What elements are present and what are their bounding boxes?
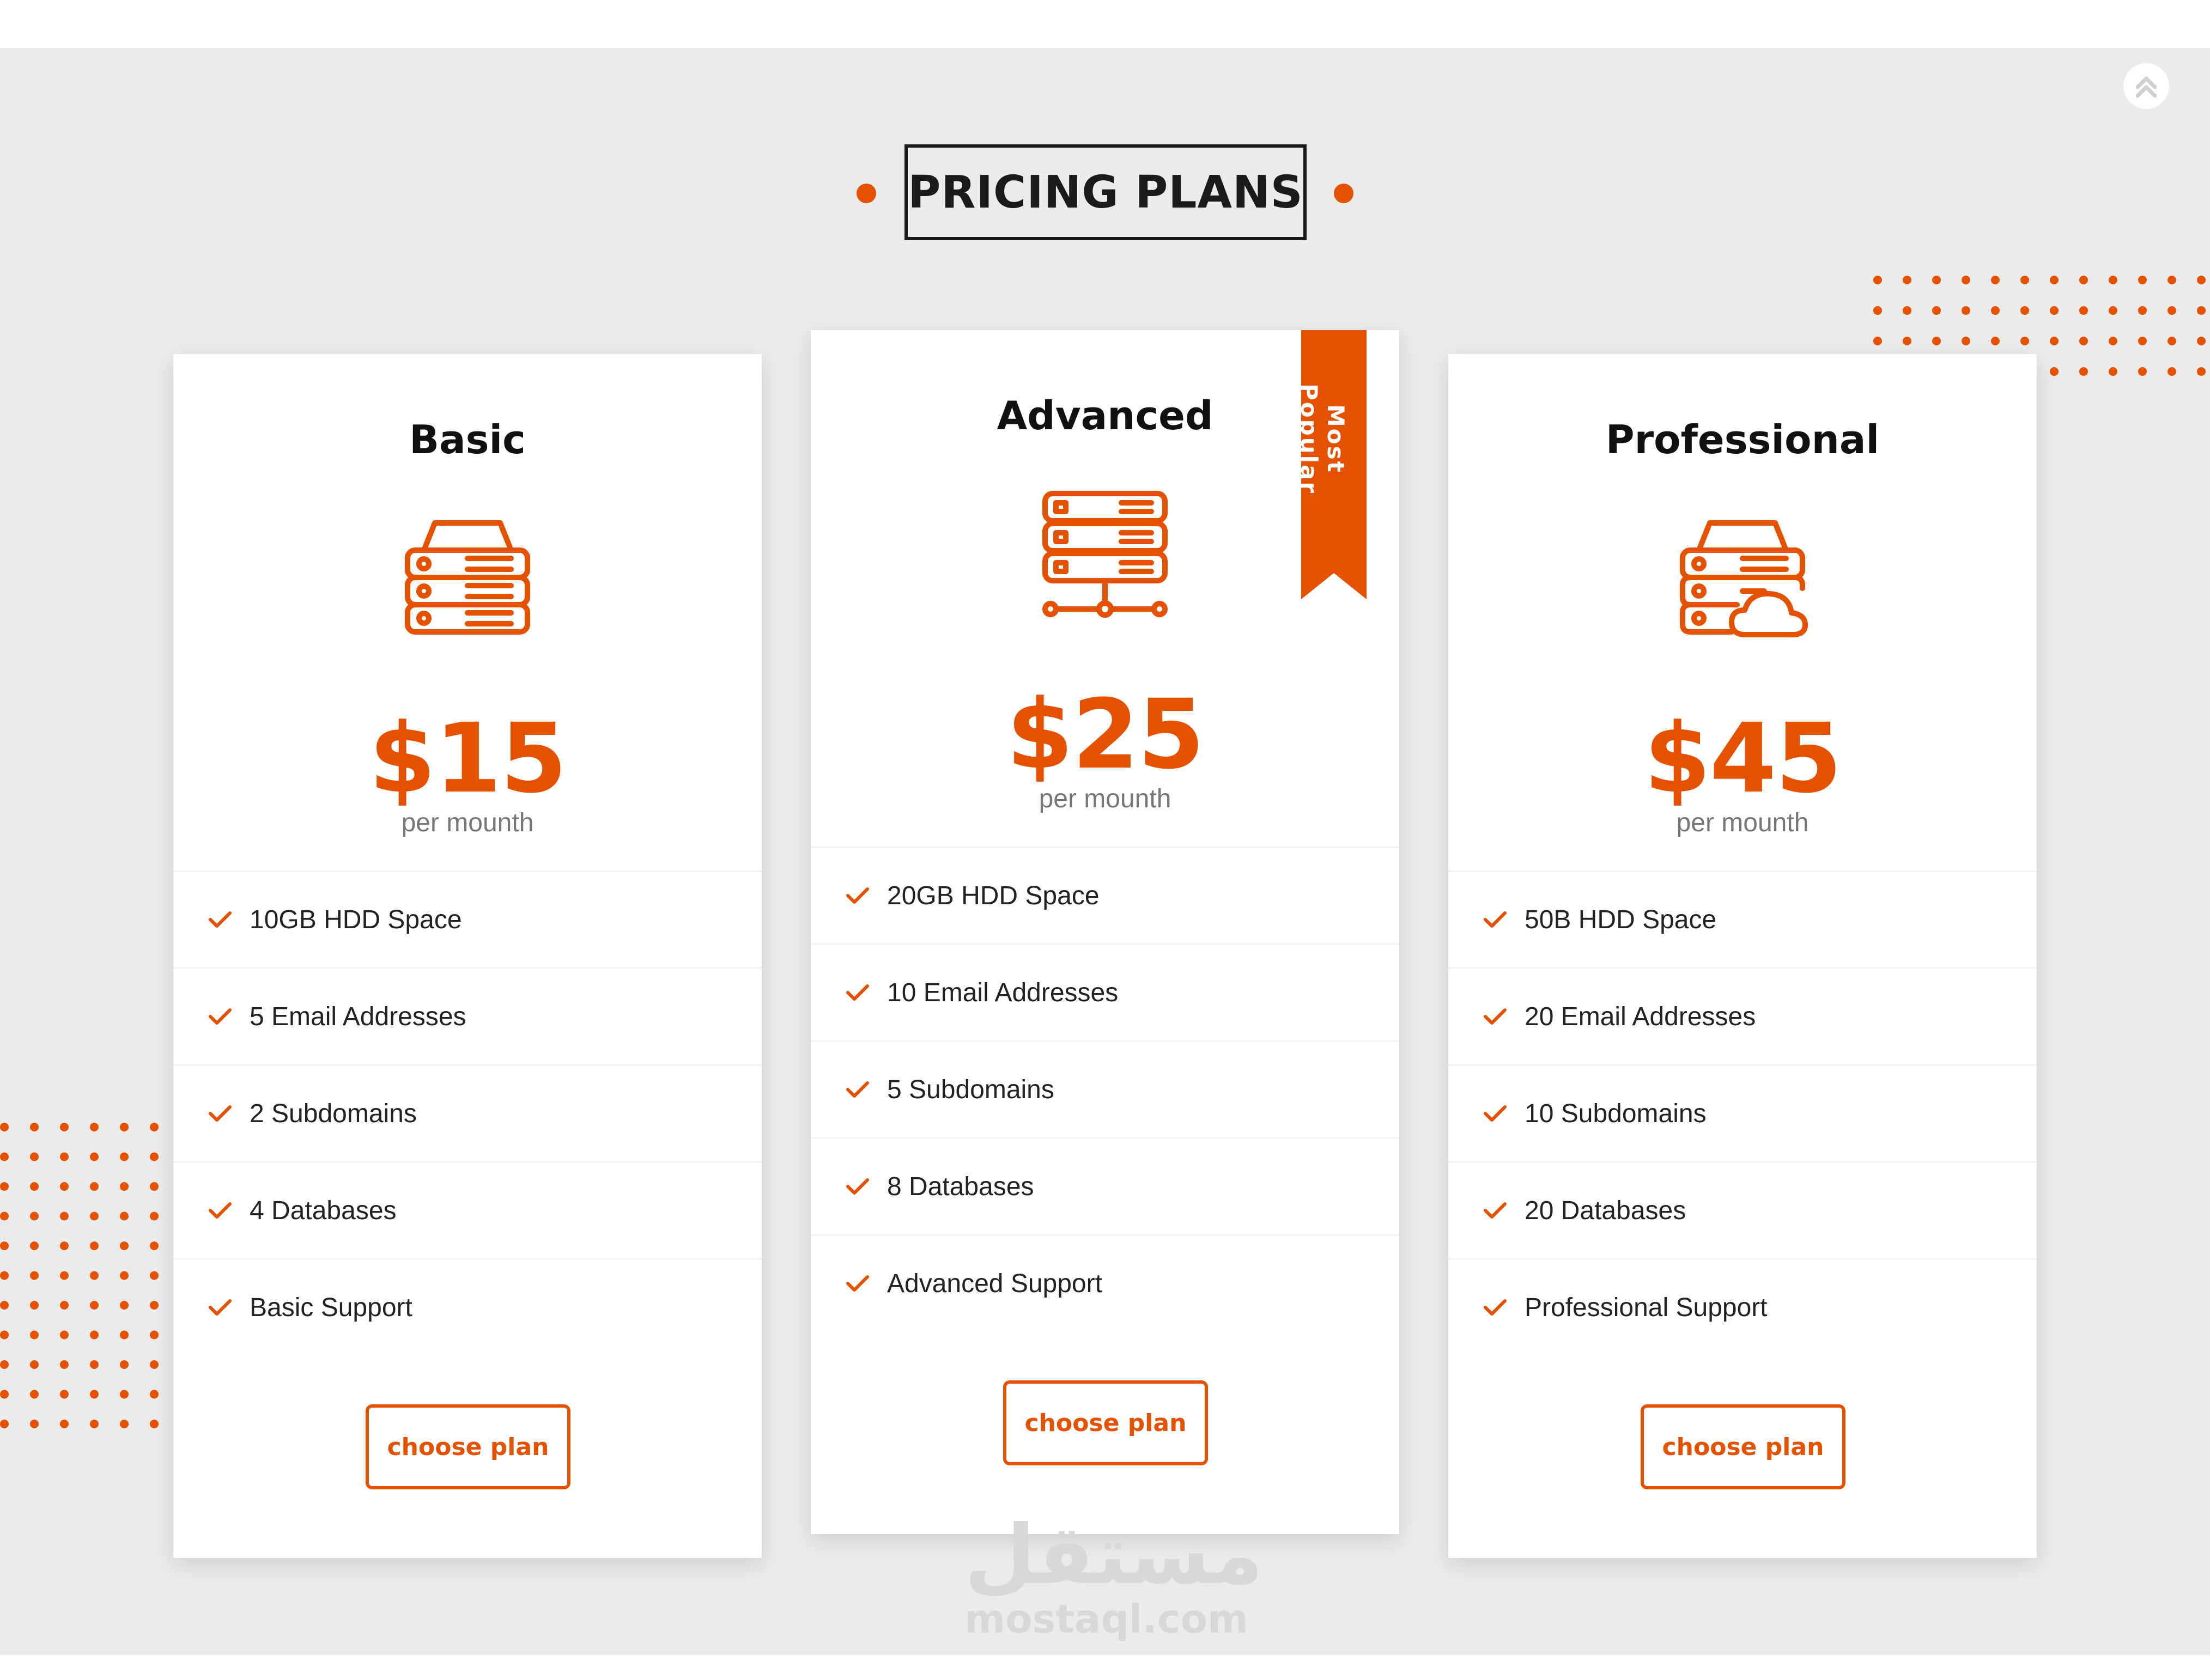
feature-label: 5 Subdomains — [887, 1075, 1054, 1104]
choose-plan-button-professional[interactable]: choose plan — [1641, 1404, 1845, 1489]
server-cloud-icon — [1680, 520, 1808, 637]
plan-name: Advanced — [997, 393, 1213, 439]
check-icon — [209, 1008, 232, 1025]
feature-label: Basic Support — [250, 1293, 412, 1322]
feature-item: 8 Databases — [811, 1137, 1399, 1234]
check-icon — [209, 1202, 232, 1219]
feature-label: 10GB HDD Space — [250, 905, 462, 934]
decorative-dot-grid-left — [0, 1119, 161, 1435]
check-icon — [1484, 1105, 1507, 1122]
feature-item: 2 Subdomains — [173, 1064, 762, 1161]
feature-label: 10 Email Addresses — [887, 978, 1119, 1007]
check-icon — [209, 911, 232, 928]
feature-list: 10GB HDD Space 5 Email Addresses 2 Subdo… — [173, 871, 762, 1355]
feature-item: 4 Databases — [173, 1161, 762, 1258]
plan-price: $15 — [369, 703, 567, 814]
feature-item: Basic Support — [173, 1258, 762, 1355]
check-icon — [1484, 1202, 1507, 1219]
plan-name: Basic — [409, 417, 526, 462]
heading-dot-left — [857, 184, 876, 203]
scroll-to-top-button[interactable] — [2123, 63, 2169, 109]
check-icon — [846, 1178, 869, 1195]
feature-label: 4 Databases — [250, 1196, 397, 1225]
feature-item: 5 Subdomains — [811, 1040, 1399, 1137]
feature-label: Advanced Support — [887, 1269, 1102, 1298]
feature-item: Professional Support — [1448, 1258, 2037, 1355]
server-network-icon — [1042, 491, 1168, 618]
section-title: PRICING PLANS — [904, 144, 1307, 240]
feature-label: 10 Subdomains — [1525, 1099, 1707, 1128]
feature-label: 5 Email Addresses — [250, 1002, 466, 1031]
check-icon — [209, 1105, 232, 1122]
check-icon — [846, 984, 869, 1001]
plan-period: per mounth — [401, 808, 534, 837]
feature-label: 20 Email Addresses — [1525, 1002, 1756, 1031]
double-chevron-up-icon — [2135, 76, 2157, 98]
plan-price: $25 — [1006, 679, 1204, 790]
feature-item: 50B HDD Space — [1448, 871, 2037, 967]
check-icon — [846, 887, 869, 904]
heading-dot-right — [1334, 184, 1353, 203]
pricing-card-advanced: Most Popular Advanced $25 per mounth 20G… — [811, 330, 1399, 1534]
feature-label: Professional Support — [1525, 1293, 1768, 1322]
check-icon — [1484, 1008, 1507, 1025]
feature-list: 50B HDD Space 20 Email Addresses 10 Subd… — [1448, 871, 2037, 1355]
plan-period: per mounth — [1039, 784, 1171, 813]
feature-item: 5 Email Addresses — [173, 967, 762, 1064]
feature-label: 8 Databases — [887, 1172, 1034, 1201]
feature-item: 10 Email Addresses — [811, 944, 1399, 1040]
plan-period: per mounth — [1676, 808, 1809, 837]
watermark-logo: مستقل — [964, 1508, 1264, 1603]
check-icon — [209, 1299, 232, 1316]
section-heading: PRICING PLANS — [850, 144, 1360, 242]
decorative-dot-grid-right — [2043, 327, 2210, 588]
watermark-url: mostaql.com — [964, 1596, 1249, 1642]
feature-item: 10 Subdomains — [1448, 1064, 2037, 1161]
pricing-card-professional: Professional $45 per mounth 50B HDD Spac… — [1448, 354, 2037, 1558]
feature-label: 2 Subdomains — [250, 1099, 417, 1128]
pricing-card-basic: Basic $15 per mounth 10GB HDD Space 5 Em… — [173, 354, 762, 1558]
check-icon — [846, 1275, 869, 1292]
feature-label: 50B HDD Space — [1525, 905, 1717, 934]
check-icon — [846, 1081, 869, 1098]
check-icon — [1484, 911, 1507, 928]
check-icon — [1484, 1299, 1507, 1316]
plan-name: Professional — [1605, 417, 1880, 462]
feature-item: 20 Email Addresses — [1448, 967, 2037, 1064]
feature-label: 20 Databases — [1525, 1196, 1686, 1225]
feature-list: 20GB HDD Space 10 Email Addresses 5 Subd… — [811, 847, 1399, 1331]
most-popular-badge: Most Popular — [1296, 383, 1349, 495]
feature-item: 10GB HDD Space — [173, 871, 762, 967]
feature-item: 20GB HDD Space — [811, 847, 1399, 944]
watermark: مستقل mostaql.com — [964, 1508, 1264, 1651]
choose-plan-button-basic[interactable]: choose plan — [366, 1404, 570, 1489]
feature-label: 20GB HDD Space — [887, 881, 1100, 910]
feature-item: Advanced Support — [811, 1234, 1399, 1331]
choose-plan-button-advanced[interactable]: choose plan — [1003, 1380, 1208, 1465]
feature-item: 20 Databases — [1448, 1161, 2037, 1258]
server-stack-icon — [405, 520, 530, 635]
plan-price: $45 — [1644, 703, 1842, 814]
